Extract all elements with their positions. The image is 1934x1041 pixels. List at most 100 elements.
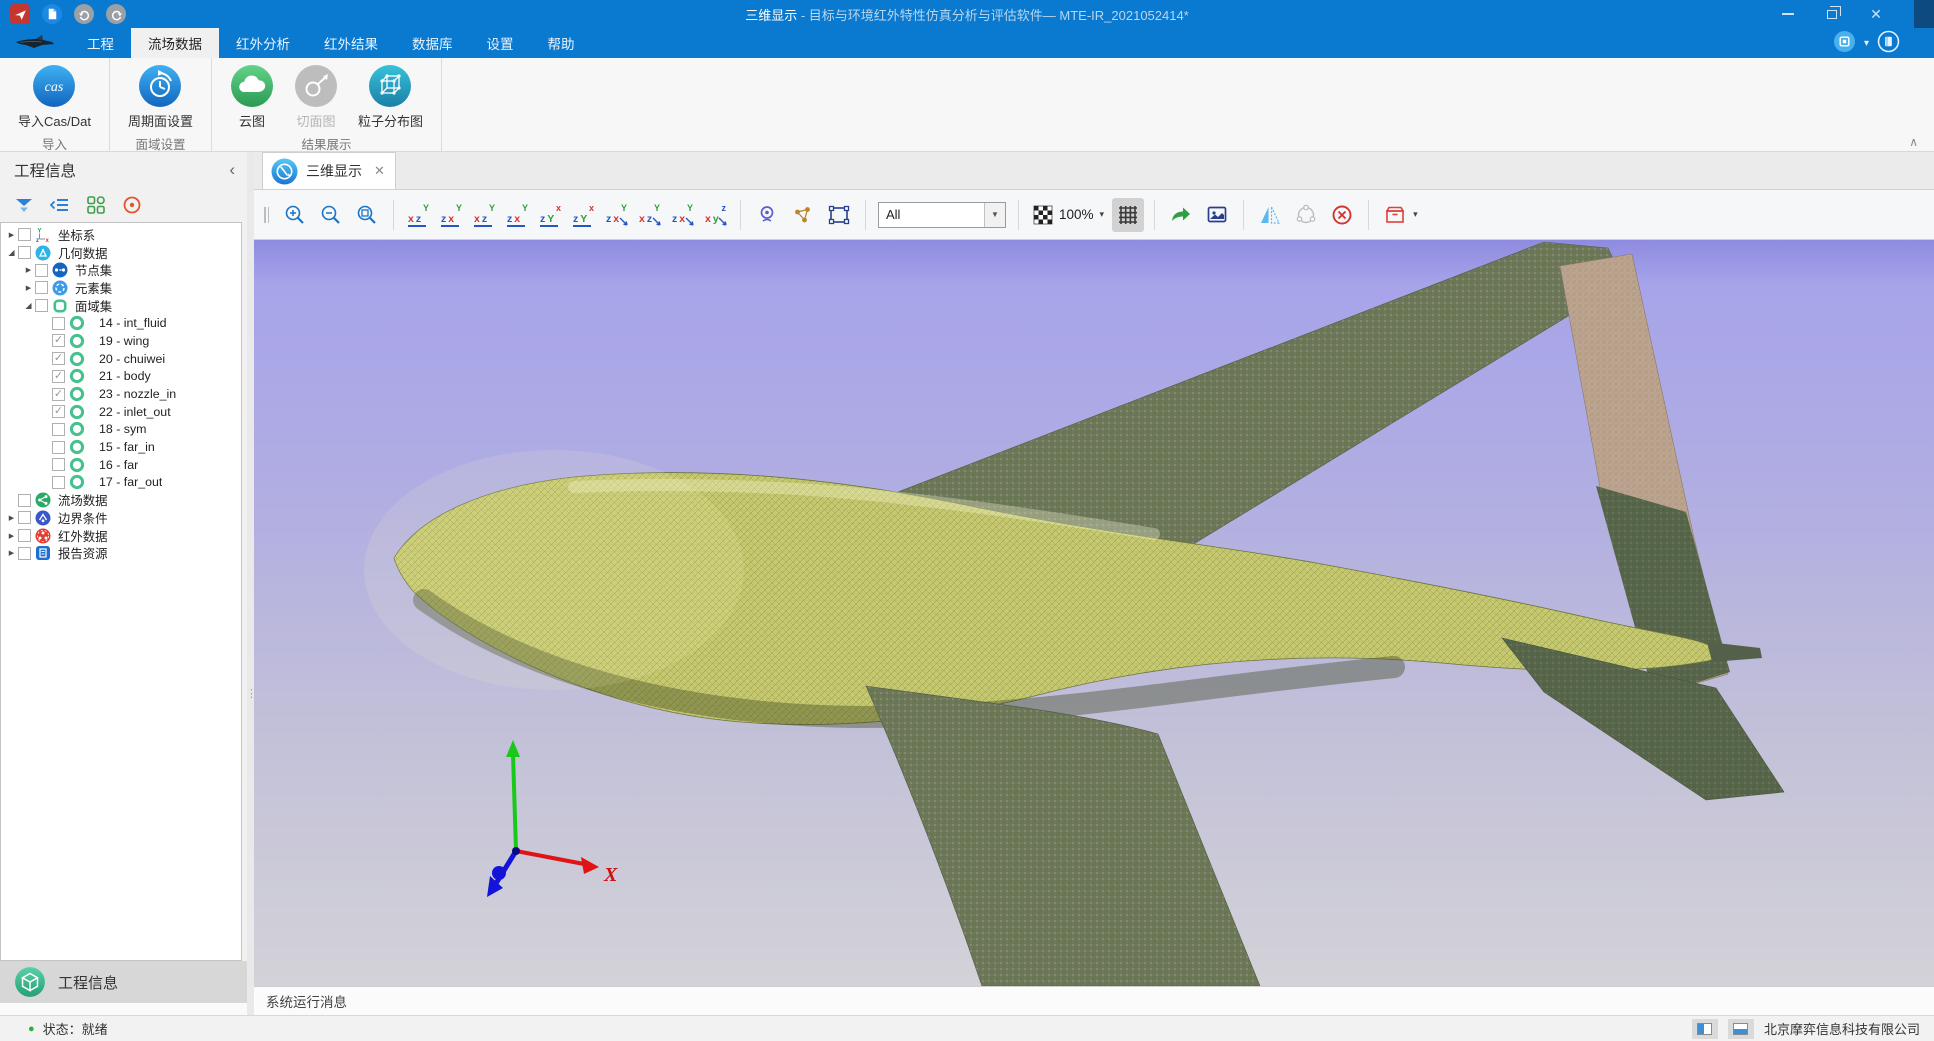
zoom-level-dropdown[interactable]: 100% ▾ bbox=[1033, 205, 1104, 225]
tree-checkbox[interactable] bbox=[18, 547, 31, 560]
ribbon-collapse-icon[interactable]: ∧ bbox=[1909, 135, 1918, 149]
tree-expander-icon[interactable]: ◢ bbox=[5, 248, 18, 257]
layout-toggle-left-icon[interactable] bbox=[1692, 1019, 1718, 1039]
tree-checkbox[interactable] bbox=[18, 511, 31, 524]
ribbon-button-cloud-map[interactable]: 云图 bbox=[220, 62, 284, 132]
menu-item-database[interactable]: 数据库 bbox=[395, 28, 470, 58]
locate-target-icon[interactable] bbox=[120, 193, 144, 217]
toolbar-grip[interactable] bbox=[264, 207, 269, 223]
tree-item-face-20-chuiwei[interactable]: ✓20 - chuiwei bbox=[1, 350, 241, 368]
tree-checkbox[interactable] bbox=[35, 264, 48, 277]
node-select-icon[interactable] bbox=[787, 198, 819, 232]
tree-expander-icon[interactable]: ▶ bbox=[5, 514, 18, 522]
tree-item-report-resources[interactable]: ▶报告资源 bbox=[1, 544, 241, 562]
tree-expander-icon[interactable]: ▶ bbox=[5, 231, 18, 239]
dropdown-arrow-icon[interactable]: ▼ bbox=[984, 203, 1005, 227]
menu-item-engineering[interactable]: 工程 bbox=[70, 28, 131, 58]
tree-checkbox[interactable] bbox=[52, 317, 65, 330]
app-launcher-icon[interactable] bbox=[10, 4, 30, 24]
tree-item-face-18-sym[interactable]: 18 - sym bbox=[1, 421, 241, 439]
zoom-in-icon[interactable] bbox=[279, 198, 311, 232]
tree-checkbox[interactable] bbox=[52, 423, 65, 436]
view-orient-icon-10-iso[interactable]: zxy bbox=[702, 202, 729, 228]
menu-item-ir-analysis[interactable]: 红外分析 bbox=[219, 28, 307, 58]
tree-checkbox[interactable] bbox=[18, 529, 31, 542]
view-orient-icon-1-plane[interactable]: Yxz bbox=[405, 202, 432, 228]
ribbon-button-import-cas-dat[interactable]: cas导入Cas/Dat bbox=[8, 62, 101, 132]
view-orient-icon-2-plane[interactable]: Yzx bbox=[438, 202, 465, 228]
view-orient-icon-9-iso[interactable]: Yzx bbox=[669, 202, 696, 228]
menu-item-ir-results[interactable]: 红外结果 bbox=[307, 28, 395, 58]
view-orient-icon-4-plane[interactable]: Yzx bbox=[504, 202, 531, 228]
tree-checkbox[interactable] bbox=[52, 476, 65, 489]
view-orient-icon-3-plane[interactable]: Yxz bbox=[471, 202, 498, 228]
archive-box-icon[interactable] bbox=[1379, 198, 1411, 232]
tree-item-face-15-far-in[interactable]: 15 - far_in bbox=[1, 438, 241, 456]
zoom-out-icon[interactable] bbox=[315, 198, 347, 232]
tree-checkbox[interactable] bbox=[18, 228, 31, 241]
tree-item-face-16-far[interactable]: 16 - far bbox=[1, 456, 241, 474]
view-orient-icon-8-iso[interactable]: Yxz bbox=[636, 202, 663, 228]
viewport-3d[interactable]: X bbox=[254, 240, 1934, 986]
tree-checkbox[interactable] bbox=[35, 281, 48, 294]
tree-checkbox[interactable]: ✓ bbox=[52, 388, 65, 401]
tree-checkbox[interactable] bbox=[35, 299, 48, 312]
new-file-icon[interactable] bbox=[42, 4, 62, 24]
selection-filter-dropdown[interactable]: All ▼ bbox=[878, 202, 1006, 228]
tree-item-face-22-inlet-out[interactable]: ✓22 - inlet_out bbox=[1, 403, 241, 421]
minimize-button[interactable] bbox=[1766, 0, 1810, 28]
cancel-operation-icon[interactable] bbox=[1326, 198, 1358, 232]
tree-checkbox[interactable]: ✓ bbox=[52, 352, 65, 365]
layout-toggle-bottom-icon[interactable] bbox=[1728, 1019, 1754, 1039]
tree-item-node-set[interactable]: ▶节点集 bbox=[1, 261, 241, 279]
mirror-icon[interactable] bbox=[1254, 198, 1286, 232]
tab-close-icon[interactable]: ✕ bbox=[374, 163, 385, 179]
project-info-footer-tab[interactable]: 工程信息 bbox=[0, 961, 247, 1003]
tree-expander-icon[interactable]: ◢ bbox=[22, 301, 35, 310]
tree-checkbox[interactable] bbox=[18, 494, 31, 507]
tree-checkbox[interactable]: ✓ bbox=[52, 370, 65, 383]
snapshot-image-icon[interactable] bbox=[1201, 198, 1233, 232]
tree-item-face-21-body[interactable]: ✓21 - body bbox=[1, 368, 241, 386]
tree-checkbox[interactable] bbox=[52, 458, 65, 471]
tree-item-face-14-int-fluid[interactable]: 14 - int_fluid bbox=[1, 314, 241, 332]
menu-item-flow-field-data[interactable]: 流场数据 bbox=[131, 28, 219, 58]
tree-checkbox[interactable]: ✓ bbox=[52, 405, 65, 418]
tree-expander-icon[interactable]: ▶ bbox=[22, 266, 35, 274]
view-orient-icon-7-iso[interactable]: Yzx bbox=[603, 202, 630, 228]
panel-splitter[interactable]: ⋮ bbox=[247, 152, 254, 1015]
mesh-grid-toggle-icon[interactable] bbox=[1112, 198, 1144, 232]
notebook-icon[interactable] bbox=[1877, 30, 1900, 56]
tree-item-boundary-conditions[interactable]: ▶边界条件 bbox=[1, 509, 241, 527]
tree-item-face-19-wing[interactable]: ✓19 - wing bbox=[1, 332, 241, 350]
ribbon-button-particle-distribution-map[interactable]: 粒子分布图 bbox=[348, 62, 433, 132]
undo-icon[interactable] bbox=[74, 4, 94, 24]
redo-icon[interactable] bbox=[106, 4, 126, 24]
share-export-icon[interactable] bbox=[1165, 198, 1197, 232]
tree-checkbox[interactable] bbox=[18, 246, 31, 259]
close-button[interactable]: ✕ bbox=[1854, 0, 1898, 28]
tree-item-flow-field-data[interactable]: 流场数据 bbox=[1, 491, 241, 509]
tree-item-face-17-far-out[interactable]: 17 - far_out bbox=[1, 474, 241, 492]
tree-item-element-set[interactable]: ▶元素集 bbox=[1, 279, 241, 297]
view-orient-icon-5-plane[interactable]: xzY bbox=[537, 202, 564, 228]
panel-collapse-icon[interactable]: ‹ bbox=[229, 160, 235, 180]
menu-caret-icon[interactable]: ▾ bbox=[1864, 38, 1869, 49]
expand-filter-icon[interactable] bbox=[12, 193, 36, 217]
menu-item-settings[interactable]: 设置 bbox=[470, 28, 531, 58]
tree-item-face-set[interactable]: ◢面域集 bbox=[1, 297, 241, 315]
tree-checkbox[interactable]: ✓ bbox=[52, 334, 65, 347]
menu-item-help[interactable]: 帮助 bbox=[531, 28, 592, 58]
tree-item-coord-system[interactable]: ▶Yzx坐标系 bbox=[1, 226, 241, 244]
tree-expander-icon[interactable]: ▶ bbox=[5, 532, 18, 540]
tree-item-geometry-data[interactable]: ◢几何数据 bbox=[1, 244, 241, 262]
grid-view-icon[interactable] bbox=[84, 193, 108, 217]
tree-item-infrared-data[interactable]: ▶红外数据 bbox=[1, 527, 241, 545]
tree-item-face-23-nozzle-in[interactable]: ✓23 - nozzle_in bbox=[1, 385, 241, 403]
restore-button[interactable] bbox=[1810, 0, 1854, 28]
zoom-fit-icon[interactable] bbox=[351, 198, 383, 232]
tree-expander-icon[interactable]: ▶ bbox=[5, 549, 18, 557]
tree-expander-icon[interactable]: ▶ bbox=[22, 284, 35, 292]
marquee-select-icon[interactable] bbox=[823, 198, 855, 232]
camera-pin-icon[interactable] bbox=[751, 198, 783, 232]
